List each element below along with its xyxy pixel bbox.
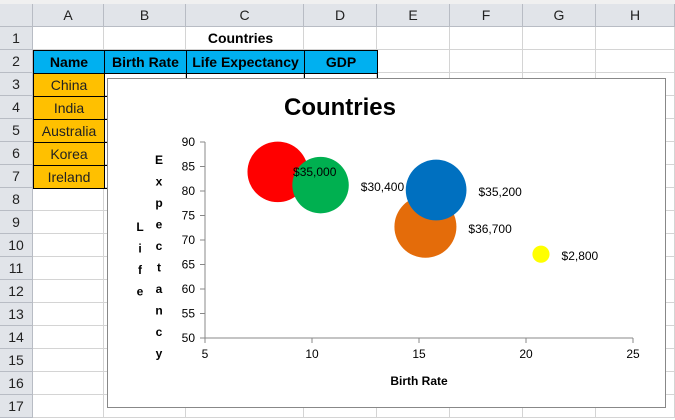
cell[interactable] [33, 27, 104, 50]
y-tick-label: 60 [182, 282, 196, 296]
x-tick-label: 25 [626, 347, 640, 361]
column-header-E[interactable]: E [377, 4, 450, 27]
cell[interactable] [33, 372, 104, 395]
cell[interactable] [523, 27, 596, 50]
data-label: $35,200 [478, 185, 522, 199]
row-header-8[interactable]: 8 [0, 188, 33, 211]
bubble [405, 159, 467, 221]
cell[interactable] [450, 50, 523, 73]
y-tick-label: 70 [182, 233, 196, 247]
x-tick-label: 20 [519, 347, 533, 361]
y-tick-label: 50 [182, 331, 196, 345]
cell[interactable] [33, 280, 104, 303]
table-header-cell[interactable]: Birth Rate [104, 50, 187, 74]
y-tick-label: 85 [182, 160, 196, 174]
row-header-17[interactable]: 17 [0, 395, 33, 418]
column-header-F[interactable]: F [450, 4, 523, 27]
table-header-cell[interactable]: Name [33, 50, 105, 74]
table-header-cell[interactable]: Life Expectancy [186, 50, 305, 74]
row-header-6[interactable]: 6 [0, 142, 33, 165]
x-axis-title: Birth Rate [390, 374, 448, 388]
cell[interactable] [33, 188, 104, 211]
y-tick-label: 90 [182, 135, 196, 149]
cell[interactable] [450, 27, 523, 50]
data-label: $35,000 [293, 165, 337, 179]
row-header-3[interactable]: 3 [0, 73, 33, 96]
row-header-5[interactable]: 5 [0, 119, 33, 142]
column-header-D[interactable]: D [304, 4, 377, 27]
y-tick-label: 55 [182, 307, 196, 321]
cell[interactable] [377, 27, 450, 50]
row-header-1[interactable]: 1 [0, 27, 33, 50]
row-header-15[interactable]: 15 [0, 349, 33, 372]
column-header-G[interactable]: G [523, 4, 596, 27]
cell[interactable] [33, 326, 104, 349]
row-header-2[interactable]: 2 [0, 50, 33, 73]
cell[interactable] [33, 303, 104, 326]
name-cell[interactable]: China [33, 73, 105, 97]
data-label: $2,800 [562, 249, 599, 263]
cell[interactable] [33, 349, 104, 372]
name-cell[interactable]: Korea [33, 142, 105, 166]
row-header-9[interactable]: 9 [0, 211, 33, 234]
row-header-12[interactable]: 12 [0, 280, 33, 303]
cell[interactable] [596, 27, 675, 50]
x-tick-label: 5 [202, 347, 209, 361]
cell[interactable] [596, 50, 675, 73]
chart-title: Countries [284, 94, 396, 121]
row-header-14[interactable]: 14 [0, 326, 33, 349]
cell[interactable] [33, 234, 104, 257]
cell[interactable] [377, 50, 450, 73]
data-label: $30,400 [361, 180, 405, 194]
cell[interactable] [523, 50, 596, 73]
x-tick-label: 15 [412, 347, 426, 361]
table-header-cell[interactable]: GDP [304, 50, 378, 74]
bubble-chart[interactable]: Countries Birth Rate 5 10 15 20 25 50 55 60 65 70… [107, 78, 666, 408]
name-cell[interactable]: India [33, 96, 105, 120]
cell[interactable] [33, 211, 104, 234]
y-tick-label: 80 [182, 184, 196, 198]
column-header-C[interactable]: C [186, 4, 304, 27]
chart-svg: Countries Birth Rate 5 10 15 20 25 50 55 60 65 70… [136, 94, 640, 388]
row-header-16[interactable]: 16 [0, 372, 33, 395]
row-header-11[interactable]: 11 [0, 257, 33, 280]
title-cell[interactable]: Countries [104, 27, 377, 50]
row-header-4[interactable]: 4 [0, 96, 33, 119]
column-header-A[interactable]: A [33, 4, 104, 27]
cell[interactable] [33, 257, 104, 280]
y-tick-label: 65 [182, 258, 196, 272]
y-tick-label: 75 [182, 209, 196, 223]
column-header-H[interactable]: H [596, 4, 675, 27]
row-header-10[interactable]: 10 [0, 234, 33, 257]
row-header-13[interactable]: 13 [0, 303, 33, 326]
bubble [532, 245, 550, 263]
name-cell[interactable]: Ireland [33, 165, 105, 189]
select-all-corner[interactable] [0, 4, 33, 27]
row-header-7[interactable]: 7 [0, 165, 33, 188]
cell[interactable] [33, 395, 104, 418]
column-header-B[interactable]: B [104, 4, 186, 27]
x-tick-label: 10 [305, 347, 319, 361]
data-label: $36,700 [468, 222, 512, 236]
y-axis-title-expectancy: Expectancy [155, 153, 163, 361]
y-axis-title-life: Life [136, 220, 143, 299]
name-cell[interactable]: Australia [33, 119, 105, 143]
